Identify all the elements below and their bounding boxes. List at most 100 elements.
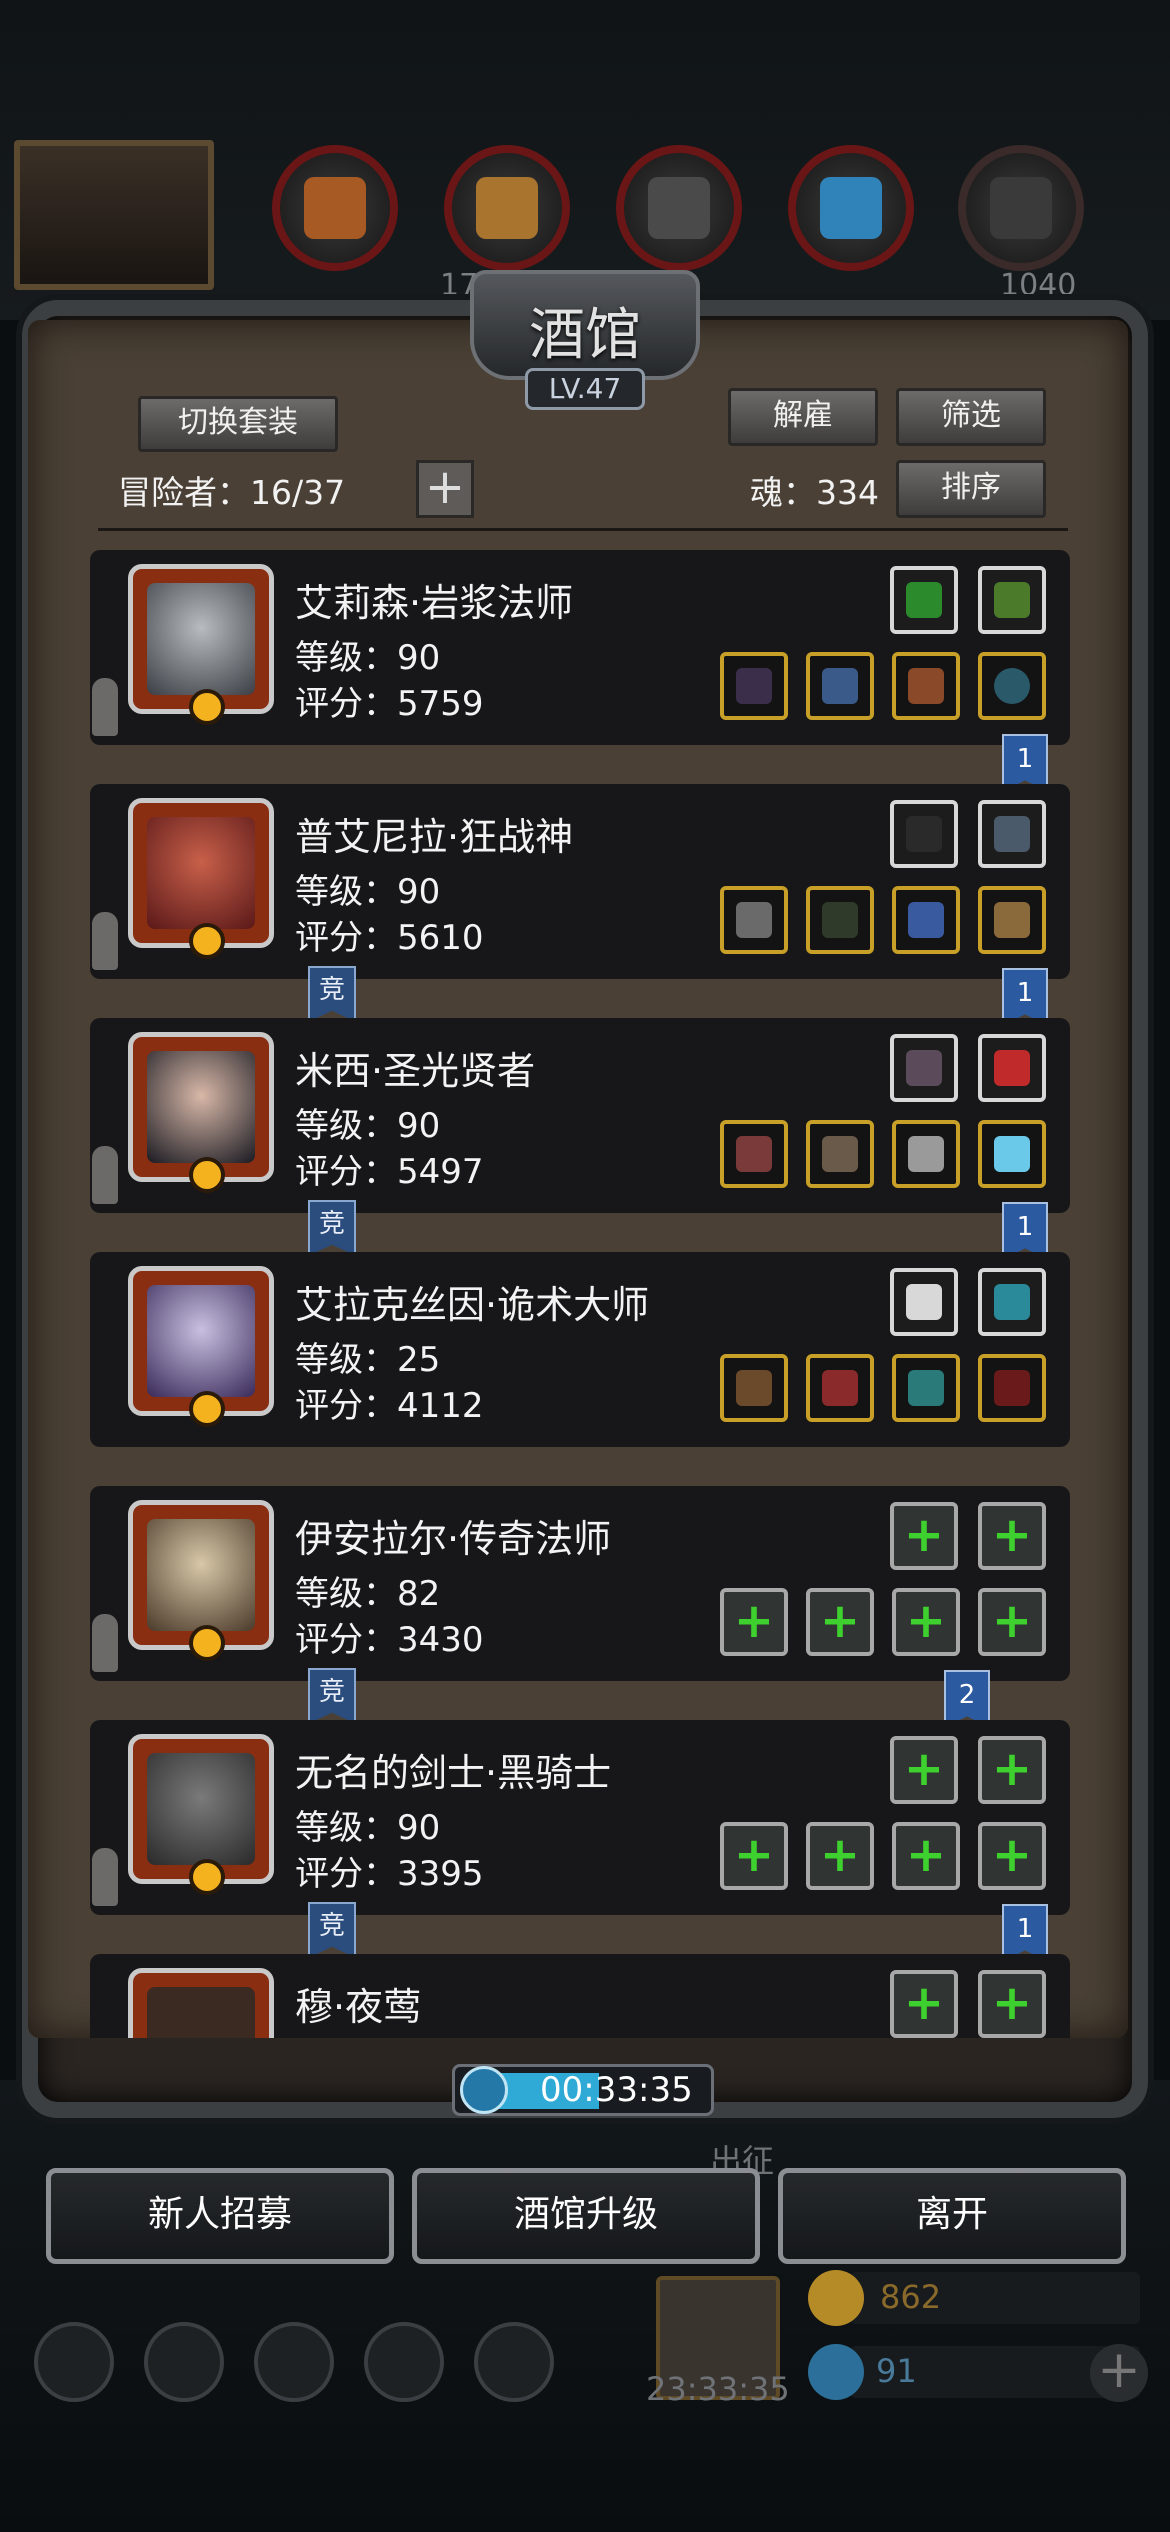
add-slot-button[interactable]: +: [416, 460, 474, 518]
dagger-icon[interactable]: [720, 1354, 788, 1422]
hero-list[interactable]: 艾莉森·岩浆法师 等级：90 评分：5759 1 普艾尼拉·狂战神 等级：90 …: [90, 548, 1090, 2038]
inventory-icon[interactable]: [474, 2322, 554, 2402]
moon-icon: [189, 1391, 225, 1427]
add-equipment-icon[interactable]: +: [890, 1502, 958, 1570]
hero-row[interactable]: 艾拉克丝因·诡术大师 等级：25 评分：4112: [90, 1252, 1070, 1447]
hero-name: 普艾尼拉·狂战神: [295, 815, 574, 859]
hero-score: 评分：4112: [295, 1386, 484, 1426]
hero-row[interactable]: 普艾尼拉·狂战神 等级：90 评分：5610: [90, 784, 1070, 979]
tavern-upgrade-button[interactable]: 酒馆升级: [412, 2168, 760, 2264]
add-equipment-icon[interactable]: +: [978, 1970, 1046, 2038]
wing-icon[interactable]: [890, 1268, 958, 1336]
recruit-button[interactable]: 新人招募: [46, 2168, 394, 2264]
resource-count: 1040: [1000, 268, 1077, 303]
axe-icon[interactable]: [720, 886, 788, 954]
hero-name: 穆·夜莺: [295, 1985, 422, 2029]
hero-score: 评分：5610: [295, 918, 484, 958]
hero-portrait[interactable]: [128, 564, 274, 725]
hero-level: 等级：82: [295, 1574, 441, 1614]
hero-name: 伊安拉尔·传奇法师: [295, 1517, 612, 1561]
hero-portrait[interactable]: [128, 1968, 274, 2038]
mail-icon[interactable]: [364, 2322, 444, 2402]
add-equipment-icon[interactable]: +: [978, 1822, 1046, 1890]
hero-level: 等级：90: [295, 872, 441, 912]
teal-gem-icon[interactable]: [892, 1354, 960, 1422]
guild-icon[interactable]: [254, 2322, 334, 2402]
add-currency-button[interactable]: +: [1090, 2344, 1148, 2402]
gem-icon: [808, 2344, 864, 2400]
amulet-icon[interactable]: [892, 1120, 960, 1188]
card-icon[interactable]: [978, 800, 1046, 868]
lantern-icon[interactable]: [978, 566, 1046, 634]
crystal-orb-icon[interactable]: [978, 1120, 1046, 1188]
add-equipment-icon[interactable]: +: [978, 1736, 1046, 1804]
filter-button[interactable]: 筛选: [896, 388, 1046, 446]
add-equipment-icon[interactable]: +: [720, 1588, 788, 1656]
gold-count: 862: [880, 2278, 942, 2316]
add-equipment-icon[interactable]: +: [806, 1822, 874, 1890]
hero-row[interactable]: 穆·夜莺 + +: [90, 1954, 1070, 2038]
hero-score: 评分：5759: [295, 684, 484, 724]
soul-count: 魂：334: [750, 473, 879, 512]
wood-resource-icon[interactable]: [444, 145, 570, 271]
hero-portrait[interactable]: [128, 1500, 274, 1661]
add-equipment-icon[interactable]: +: [890, 1970, 958, 2038]
add-equipment-icon[interactable]: +: [978, 1588, 1046, 1656]
arena-badge: 竞: [308, 1200, 356, 1256]
hero-portrait[interactable]: [128, 798, 274, 959]
ghost-icon: [92, 1146, 118, 1204]
iron-resource-icon[interactable]: [616, 145, 742, 271]
vest-icon[interactable]: [806, 1354, 874, 1422]
hero-portrait[interactable]: [128, 1734, 274, 1895]
stone-icon[interactable]: [890, 800, 958, 868]
add-equipment-icon[interactable]: +: [892, 1588, 960, 1656]
add-equipment-icon[interactable]: +: [890, 1736, 958, 1804]
gauntlet-icon[interactable]: [978, 886, 1046, 954]
hero-portrait[interactable]: [128, 1266, 274, 1427]
crystal-resource-icon[interactable]: [788, 145, 914, 271]
hero-row[interactable]: 米西·圣光贤者 等级：90 评分：5497: [90, 1018, 1070, 1213]
ring-icon[interactable]: [978, 652, 1046, 720]
moon-icon: [189, 1859, 225, 1895]
settings-icon[interactable]: [34, 2322, 114, 2402]
sort-button[interactable]: 排序: [896, 460, 1046, 518]
stone-resource-icon[interactable]: [958, 145, 1084, 271]
chestplate-icon[interactable]: [806, 1120, 874, 1188]
hero-name: 米西·圣光贤者: [295, 1049, 536, 1093]
arena-badge: 竞: [308, 966, 356, 1022]
hero-name: 艾拉克丝因·诡术大师: [295, 1283, 650, 1327]
hammer-icon[interactable]: [720, 1120, 788, 1188]
player-avatar[interactable]: [14, 140, 214, 290]
robe-icon[interactable]: [806, 652, 874, 720]
staff-icon[interactable]: [720, 652, 788, 720]
hero-level: 等级：90: [295, 638, 441, 678]
add-equipment-icon[interactable]: +: [892, 1822, 960, 1890]
add-equipment-icon[interactable]: +: [806, 1588, 874, 1656]
aquamarine-icon[interactable]: [978, 1268, 1046, 1336]
moon-icon: [189, 1625, 225, 1661]
necklace-icon[interactable]: [978, 1354, 1046, 1422]
feather-icon[interactable]: [890, 1034, 958, 1102]
add-equipment-icon[interactable]: +: [978, 1502, 1046, 1570]
hero-portrait[interactable]: [128, 1032, 274, 1193]
cloak-icon[interactable]: [806, 886, 874, 954]
hero-row[interactable]: 伊安拉尔·传奇法师 等级：82 评分：3430 + + + + + +: [90, 1486, 1070, 1681]
shield-icon[interactable]: [144, 2322, 224, 2402]
add-equipment-icon[interactable]: +: [720, 1822, 788, 1890]
leave-button[interactable]: 离开: [778, 2168, 1126, 2264]
ruby-icon[interactable]: [978, 1034, 1046, 1102]
dismiss-button[interactable]: 解雇: [728, 388, 878, 446]
hero-row[interactable]: 无名的剑士·黑骑士 等级：90 评分：3395 + + + + + +: [90, 1720, 1070, 1915]
green-tome-icon[interactable]: [890, 566, 958, 634]
armor-icon[interactable]: [892, 886, 960, 954]
hero-level: 等级：25: [295, 1340, 441, 1380]
switch-outfit-button[interactable]: 切换套装: [138, 396, 338, 452]
hero-name: 无名的剑士·黑骑士: [295, 1751, 612, 1795]
boots-icon[interactable]: [892, 652, 960, 720]
moon-icon: [189, 689, 225, 725]
arena-badge: 竞: [308, 1668, 356, 1724]
clock-icon: [460, 2066, 508, 2114]
gem-count: 91: [876, 2352, 917, 2390]
hero-row[interactable]: 艾莉森·岩浆法师 等级：90 评分：5759: [90, 550, 1070, 745]
leather-resource-icon[interactable]: [272, 145, 398, 271]
